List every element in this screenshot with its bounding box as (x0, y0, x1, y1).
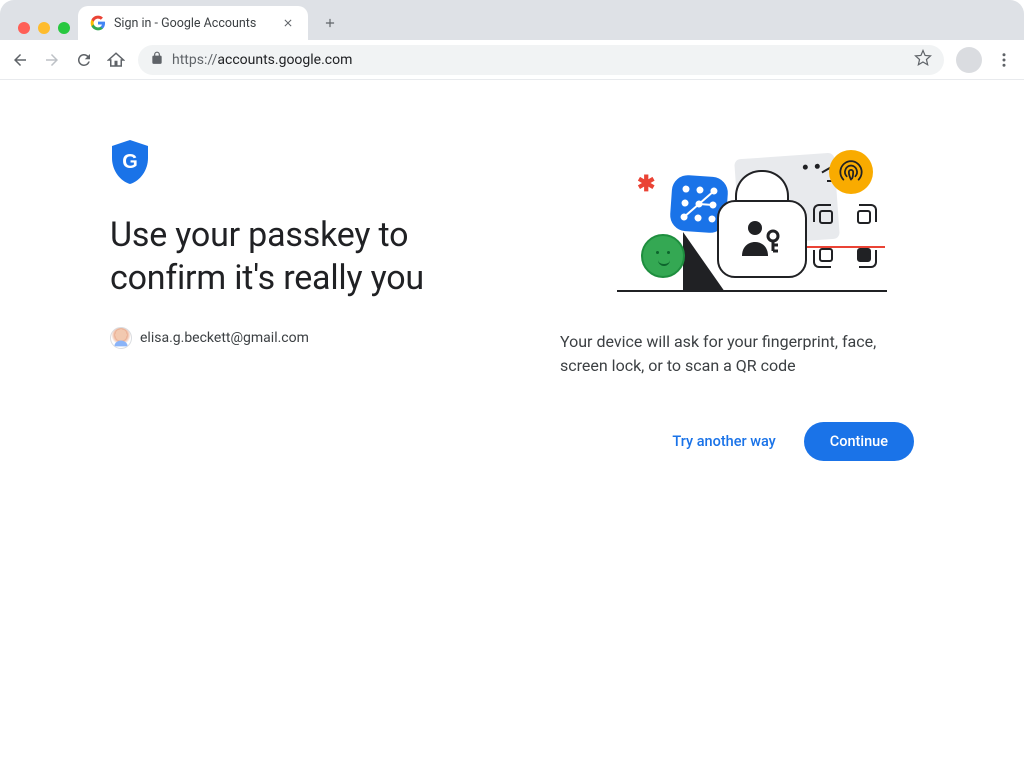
right-column: ✱ Your device will ask for your fingerpr… (560, 140, 914, 461)
tab-close-button[interactable] (280, 15, 296, 31)
browser-menu-button[interactable] (994, 50, 1014, 70)
face-unlock-icon (641, 234, 685, 278)
red-asterisk-icon: ✱ (637, 172, 655, 197)
lock-icon (150, 50, 164, 69)
try-another-way-button[interactable]: Try another way (664, 423, 783, 460)
nav-home-button[interactable] (106, 50, 126, 70)
nav-back-button[interactable] (10, 50, 30, 70)
browser-tab[interactable]: Sign in - Google Accounts (78, 6, 308, 40)
url-text: https://accounts.google.com (172, 52, 352, 68)
new-tab-button[interactable] (316, 9, 344, 37)
google-favicon-icon (90, 15, 106, 31)
google-shield-icon: G (110, 140, 150, 184)
passkey-illustration: ✱ (587, 140, 887, 310)
tab-strip: Sign in - Google Accounts (0, 0, 1024, 40)
browser-toolbar: https://accounts.google.com (0, 40, 1024, 80)
browser-chrome: Sign in - Google Accounts https://accoun… (0, 0, 1024, 80)
passkey-person-icon (739, 218, 785, 262)
account-email: elisa.g.beckett@gmail.com (140, 330, 309, 346)
fingerprint-icon (829, 150, 873, 194)
page-content: G Use your passkey to confirm it's reall… (0, 80, 1024, 461)
svg-text:G: G (122, 151, 138, 173)
tab-title: Sign in - Google Accounts (114, 16, 280, 31)
left-column: G Use your passkey to confirm it's reall… (110, 140, 530, 461)
description-text: Your device will ask for your fingerprin… (560, 330, 914, 378)
nav-reload-button[interactable] (74, 50, 94, 70)
window-close-button[interactable] (18, 22, 30, 34)
address-bar[interactable]: https://accounts.google.com (138, 45, 944, 75)
page-headline: Use your passkey to confirm it's really … (110, 214, 530, 299)
user-avatar-icon (110, 327, 132, 349)
continue-button[interactable]: Continue (804, 422, 914, 461)
action-row: Try another way Continue (664, 422, 914, 461)
window-controls (10, 22, 78, 40)
nav-forward-button[interactable] (42, 50, 62, 70)
window-minimize-button[interactable] (38, 22, 50, 34)
profile-avatar-button[interactable] (956, 47, 982, 73)
qr-code-icon (813, 204, 877, 268)
account-chip[interactable]: elisa.g.beckett@gmail.com (110, 327, 309, 349)
bookmark-star-icon[interactable] (914, 49, 932, 71)
window-maximize-button[interactable] (58, 22, 70, 34)
